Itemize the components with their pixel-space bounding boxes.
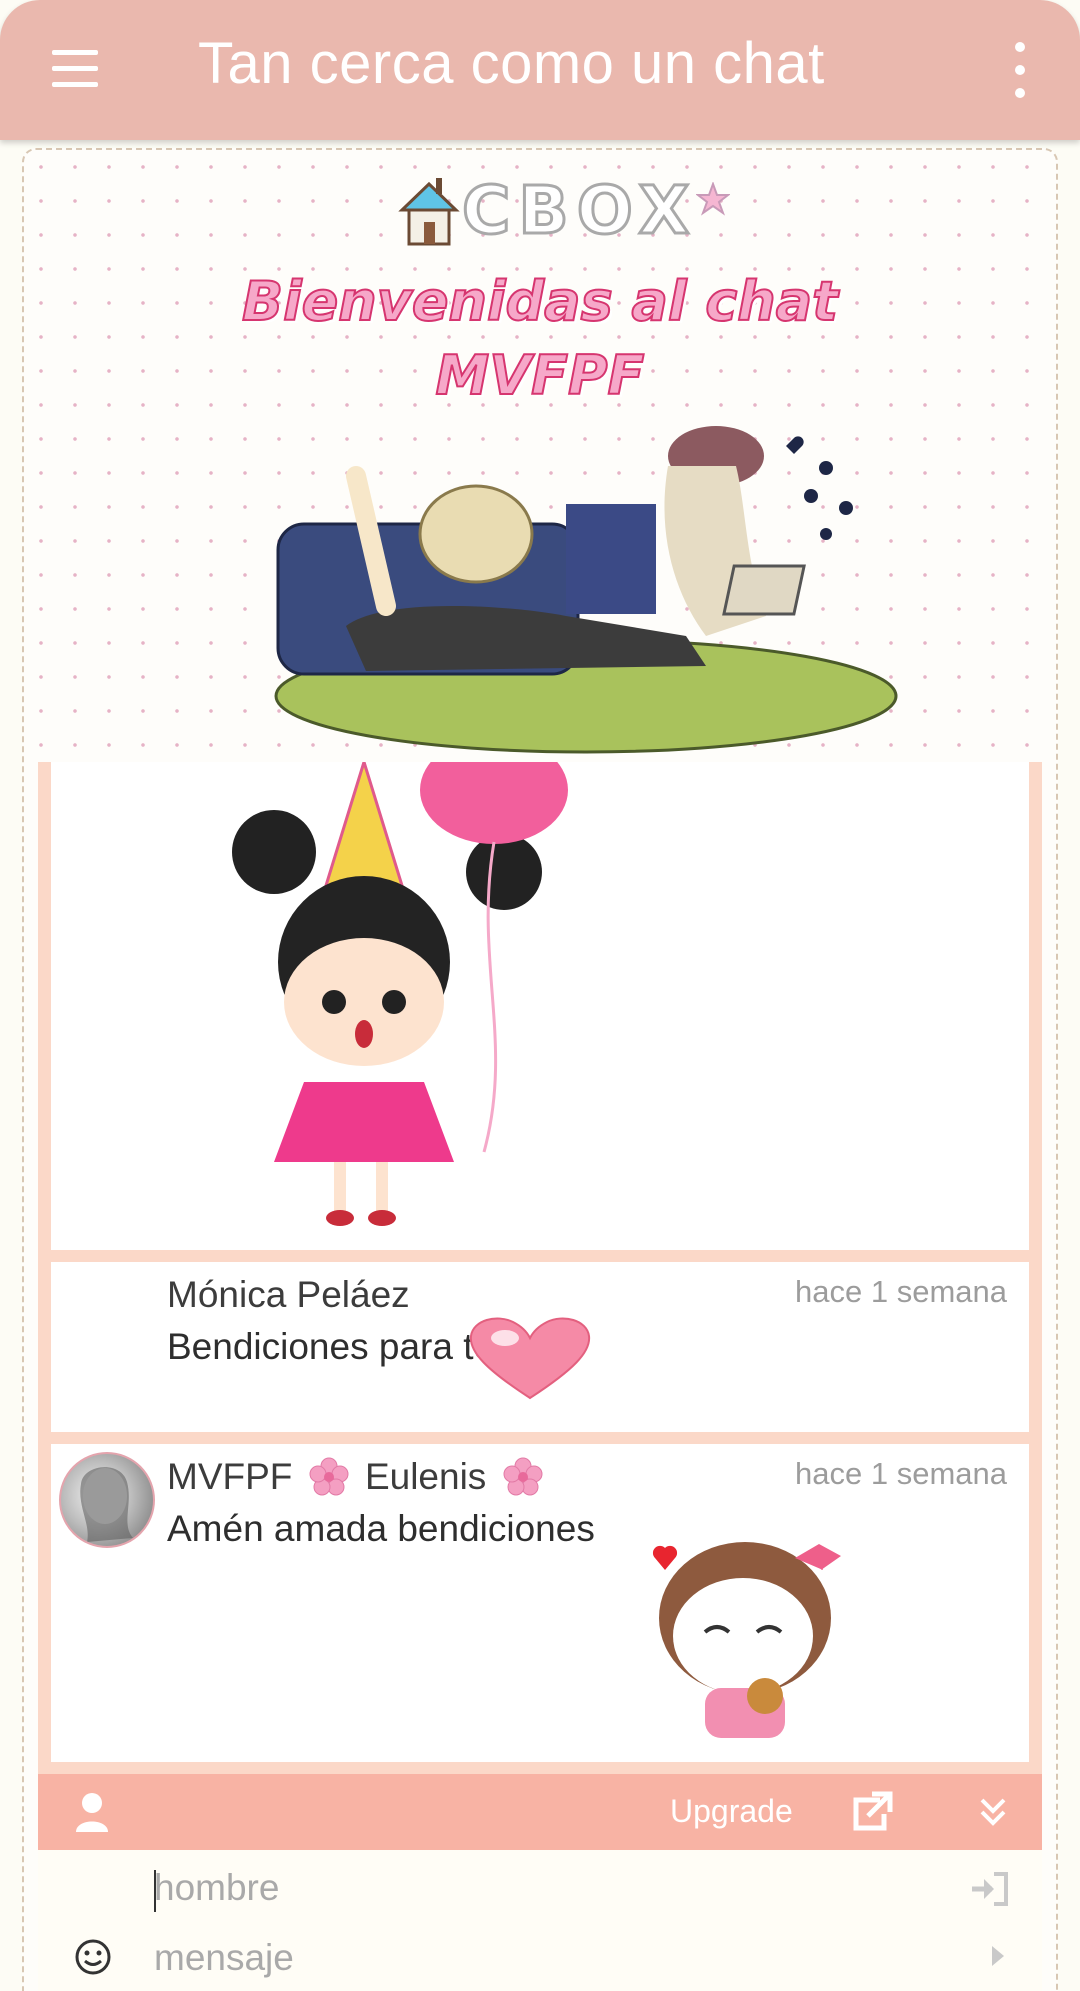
sticker-message	[51, 762, 1029, 1250]
welcome-heading: Bienvenidas al chat	[241, 269, 839, 334]
chat-message: MVFPF Eulenis hace 1 semana Amén amada b…	[51, 1444, 1029, 1762]
message-author[interactable]: MVFPF Eulenis	[167, 1456, 549, 1498]
page-title: Tan cerca como un chat	[198, 31, 825, 96]
cbox-logo: CBOX	[396, 166, 736, 252]
girl-balloon-sticker	[232, 762, 568, 1226]
more-vertical-icon[interactable]	[1000, 38, 1040, 102]
welcome-subheading: MVFPF	[435, 343, 646, 408]
girl-on-couch-illustration	[274, 426, 898, 754]
app-bar: Tan cerca como un chat	[0, 0, 1080, 140]
cbox-logo-text: CBOX	[460, 171, 698, 251]
login-icon[interactable]	[970, 1872, 1010, 1906]
welcome-banner: CBOX Bienvenidas al chat MVFPF	[24, 148, 1056, 758]
author-name: Eulenis	[364, 1456, 487, 1497]
message-input-area	[38, 1850, 1042, 1991]
text-cursor	[154, 1870, 156, 1912]
external-link-icon[interactable]	[850, 1790, 894, 1832]
chat-message-list[interactable]: Mónica Peláez hace 1 semana Bendiciones …	[38, 762, 1042, 1774]
message-text: Amén amada bendiciones	[167, 1508, 595, 1549]
message-timestamp: hace 1 semana	[795, 1274, 1007, 1309]
chevron-double-down-icon[interactable]	[978, 1796, 1008, 1828]
chat-message: Mónica Peláez hace 1 semana Bendiciones …	[51, 1262, 1029, 1432]
flower-icon	[309, 1457, 349, 1496]
upgrade-link[interactable]: Upgrade	[670, 1793, 793, 1830]
heart-icon	[469, 1317, 591, 1400]
avatar[interactable]	[59, 1452, 155, 1548]
message-author[interactable]: Mónica Peláez	[167, 1274, 410, 1316]
star-icon	[696, 182, 730, 216]
user-icon[interactable]	[74, 1792, 110, 1832]
girl-teddy-sticker	[652, 1542, 841, 1738]
send-arrow-icon[interactable]	[990, 1944, 1006, 1968]
smiley-icon[interactable]	[74, 1938, 112, 1976]
message-input[interactable]	[150, 1928, 978, 1988]
chat-toolbar: Upgrade	[38, 1774, 1042, 1850]
author-prefix: MVFPF	[167, 1456, 293, 1497]
house-icon	[398, 178, 460, 246]
message-timestamp: hace 1 semana	[795, 1456, 1007, 1491]
hamburger-menu-icon[interactable]	[44, 44, 108, 96]
name-input[interactable]	[150, 1858, 978, 1918]
flower-icon	[503, 1457, 543, 1496]
